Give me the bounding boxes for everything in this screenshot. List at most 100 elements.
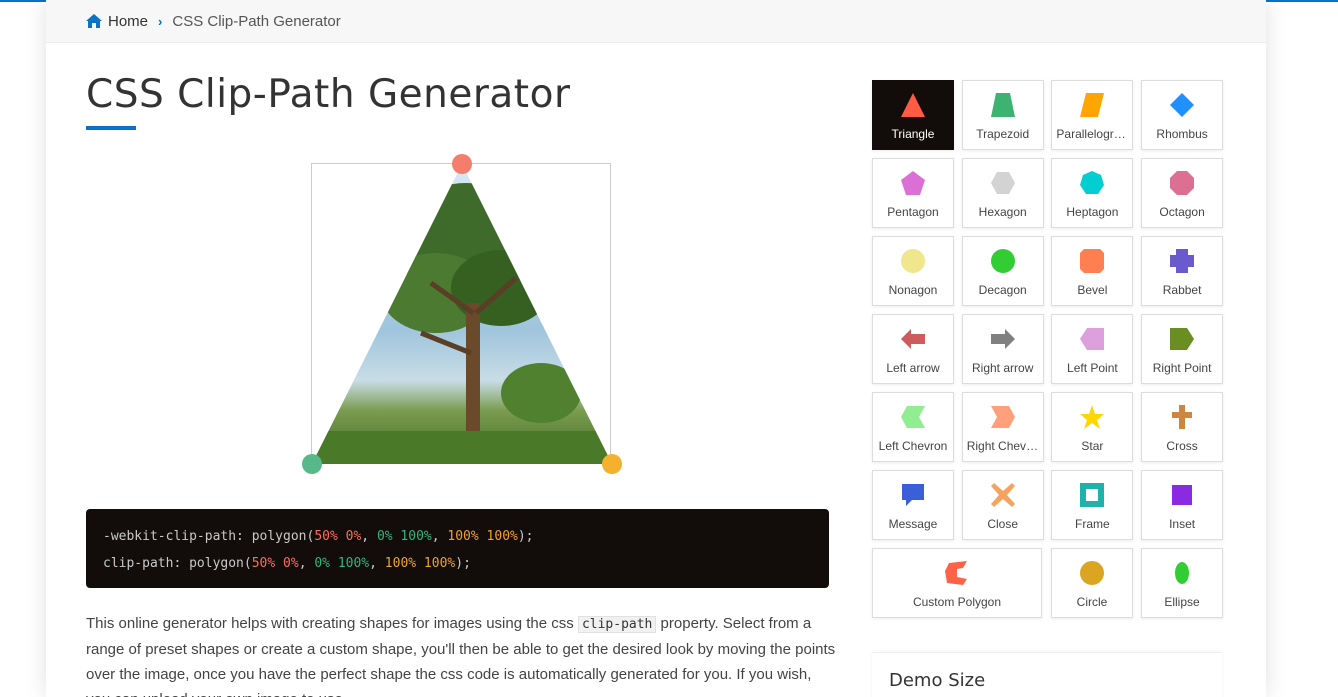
handle-top[interactable]: [452, 154, 472, 174]
shape-label: Circle: [1076, 595, 1108, 609]
right-arrow-icon: [990, 329, 1015, 349]
frame-icon: [1080, 483, 1105, 507]
inset-icon: [1172, 485, 1193, 505]
handle-bottom-right[interactable]: [602, 454, 622, 474]
breadcrumb: Home › CSS Clip-Path Generator: [46, 0, 1266, 43]
shape-label: Right arrow: [972, 361, 1034, 375]
shape-label: Right Chevron: [966, 439, 1039, 453]
title-underline: [86, 126, 136, 130]
custom-polygon-icon: [945, 561, 967, 585]
shape-label: Nonagon: [888, 283, 938, 297]
shape-option-circle[interactable]: Circle: [1051, 548, 1133, 618]
inline-code: clip-path: [577, 616, 657, 633]
shape-option-rhombus[interactable]: Rhombus: [1141, 80, 1224, 150]
shape-label: Frame: [1075, 517, 1110, 531]
shape-label: Parallelogram: [1056, 127, 1129, 141]
left-point-icon: [1080, 328, 1105, 350]
star-icon: [1080, 405, 1105, 429]
page-title: CSS Clip-Path Generator: [86, 72, 571, 117]
shape-label: Close: [987, 517, 1019, 531]
circle-icon: [1080, 561, 1104, 585]
left-chevron-icon: [901, 406, 925, 428]
shape-option-parallelogram[interactable]: Parallelogram: [1051, 80, 1134, 150]
clipped-image-preview: [302, 154, 622, 474]
shape-option-custom-polygon[interactable]: Custom Polygon: [872, 548, 1042, 618]
shape-option-nonagon[interactable]: Nonagon: [872, 236, 954, 306]
shape-option-trapezoid[interactable]: Trapezoid: [961, 80, 1044, 150]
breadcrumb-current: CSS Clip-Path Generator: [172, 12, 341, 30]
shape-option-hexagon[interactable]: Hexagon: [961, 158, 1044, 228]
right-point-icon: [1170, 328, 1195, 350]
shape-label: Heptagon: [1066, 205, 1119, 219]
shape-label: Cross: [1166, 439, 1198, 453]
pentagon-icon: [901, 171, 925, 195]
bevel-icon: [1080, 249, 1105, 273]
shape-label: Left Point: [1067, 361, 1118, 375]
rabbet-icon: [1170, 249, 1195, 273]
trapezoid-icon: [990, 93, 1015, 117]
heptagon-icon: [1080, 171, 1105, 194]
shape-option-triangle[interactable]: Triangle: [872, 80, 954, 150]
shape-option-octagon[interactable]: Octagon: [1141, 158, 1224, 228]
shape-label: Bevel: [1077, 283, 1108, 297]
decagon-icon: [990, 249, 1015, 273]
shape-label: Right Point: [1152, 361, 1212, 375]
shape-label: Left Chevron: [878, 439, 948, 453]
hexagon-icon: [990, 172, 1015, 194]
triangle-icon: [901, 93, 925, 117]
shape-option-pentagon[interactable]: Pentagon: [872, 158, 954, 228]
shape-option-right-arrow[interactable]: Right arrow: [961, 314, 1044, 384]
shape-option-star[interactable]: Star: [1051, 392, 1134, 462]
shape-label: Ellipse: [1164, 595, 1200, 609]
chevron-right-icon: ›: [158, 13, 163, 29]
nonagon-icon: [901, 249, 925, 273]
shape-option-ellipse[interactable]: Ellipse: [1141, 548, 1223, 618]
shape-option-decagon[interactable]: Decagon: [961, 236, 1044, 306]
handle-bottom-left[interactable]: [302, 454, 322, 474]
shape-option-left-arrow[interactable]: Left arrow: [872, 314, 954, 384]
shape-label: Trapezoid: [976, 127, 1030, 141]
shape-option-left-chevron[interactable]: Left Chevron: [872, 392, 954, 462]
shape-option-left-point[interactable]: Left Point: [1051, 314, 1134, 384]
shape-label: Inset: [1169, 517, 1196, 531]
right-chevron-icon: [990, 406, 1015, 428]
shape-option-right-chevron[interactable]: Right Chevron: [961, 392, 1044, 462]
shape-label: Pentagon: [887, 205, 939, 219]
shape-label: Triangle: [891, 127, 935, 141]
shape-option-rabbet[interactable]: Rabbet: [1141, 236, 1224, 306]
message-icon: [902, 484, 924, 506]
shape-label: Left arrow: [886, 361, 940, 375]
code-line-standard: clip-path: polygon(50% 0%, 0% 100%, 100%…: [103, 556, 471, 571]
breadcrumb-home-label: Home: [108, 12, 149, 30]
left-arrow-icon: [901, 329, 925, 349]
demo-size-heading: Demo Size: [889, 670, 986, 691]
code-line-webkit: -webkit-clip-path: polygon(50% 0%, 0% 10…: [103, 529, 534, 544]
rhombus-icon: [1170, 93, 1195, 117]
page-container: Home › CSS Clip-Path Generator CSS Clip-…: [46, 0, 1266, 697]
shape-label: Hexagon: [978, 205, 1027, 219]
shape-label: Star: [1081, 439, 1104, 453]
shape-option-bevel[interactable]: Bevel: [1051, 236, 1134, 306]
octagon-icon: [1170, 171, 1195, 195]
description-text: This online generator helps with creatin…: [86, 615, 836, 697]
shape-option-frame[interactable]: Frame: [1051, 470, 1134, 540]
demo-size-panel: Demo Size: [872, 652, 1222, 697]
generated-css-code[interactable]: -webkit-clip-path: polygon(50% 0%, 0% 10…: [86, 509, 829, 588]
parallelogram-icon: [1080, 93, 1105, 117]
shape-option-message[interactable]: Message: [872, 470, 954, 540]
shape-option-heptagon[interactable]: Heptagon: [1051, 158, 1134, 228]
close-icon: [990, 483, 1015, 507]
clip-path-demo-area[interactable]: [302, 154, 622, 474]
shape-label: Message: [888, 517, 938, 531]
shape-label: Rhombus: [1156, 127, 1208, 141]
shape-label: Custom Polygon: [912, 595, 1002, 609]
shape-label: Rabbet: [1162, 283, 1202, 297]
home-icon: [86, 14, 102, 28]
breadcrumb-home-link[interactable]: Home: [86, 13, 148, 30]
shape-option-inset[interactable]: Inset: [1141, 470, 1224, 540]
shape-option-right-point[interactable]: Right Point: [1141, 314, 1224, 384]
shape-option-cross[interactable]: Cross: [1141, 392, 1224, 462]
shape-option-close[interactable]: Close: [961, 470, 1044, 540]
shape-label: Decagon: [978, 283, 1027, 297]
cross-icon: [1172, 405, 1193, 429]
